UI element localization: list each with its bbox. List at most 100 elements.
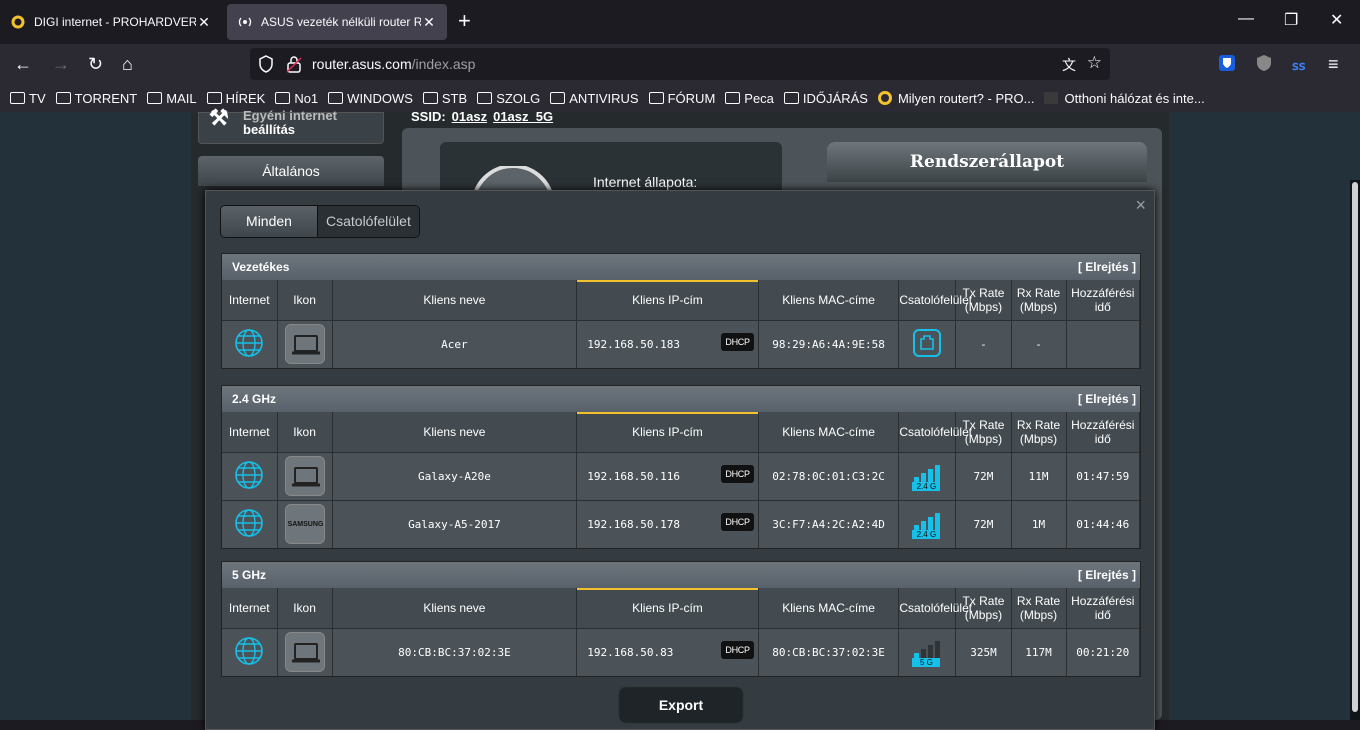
col-rx[interactable]: Rx Rate (Mbps) — [1011, 412, 1067, 452]
bookmark-item[interactable]: FÓRUM — [648, 91, 715, 106]
bookmark-item[interactable]: Otthoni hálózat és inte... — [1044, 91, 1205, 106]
url-bar[interactable]: router.asus.com/index.asp 文 ☆ — [250, 48, 1110, 80]
col-tx[interactable]: Tx Rate (Mbps) — [955, 412, 1012, 452]
bookmark-item[interactable]: TV — [10, 91, 46, 106]
laptop-device-icon[interactable] — [284, 324, 325, 365]
col-internet[interactable]: Internet — [222, 412, 278, 452]
col-icon[interactable]: Ikon — [277, 588, 333, 628]
col-internet[interactable]: Internet — [222, 280, 278, 320]
col-name[interactable]: Kliens neve — [332, 412, 578, 452]
bookmark-item[interactable]: No1 — [275, 91, 318, 106]
folder-icon — [10, 92, 25, 104]
col-internet[interactable]: Internet — [222, 588, 278, 628]
custom-internet-menu[interactable]: ⚒ Egyéni internet beállítás — [198, 107, 384, 144]
dhcp-badge: DHCP — [721, 332, 754, 351]
bookmark-item[interactable]: SZOLG — [477, 91, 540, 106]
col-access-time[interactable]: Hozzáférési idő — [1066, 280, 1141, 320]
table-row[interactable]: 80:CB:BC:37:02:3E 192.168.50.83 DHCP 80:CB:… — [222, 627, 1141, 676]
view-all-button[interactable]: Minden — [221, 206, 318, 237]
laptop-device-icon[interactable] — [284, 632, 325, 673]
internet-status-label: Internet állapota: — [593, 174, 698, 190]
col-interface[interactable]: Csatolófelület — [898, 588, 972, 628]
col-access-time[interactable]: Hozzáférési idő — [1066, 412, 1141, 452]
col-ip[interactable]: Kliens IP-cím — [576, 588, 759, 628]
bookmark-item[interactable]: WINDOWS — [328, 91, 413, 106]
client-access-time: 00:21:20 — [1066, 627, 1141, 676]
ublock-icon[interactable] — [1255, 54, 1273, 78]
col-tx[interactable]: Tx Rate (Mbps) — [955, 588, 1012, 628]
wifi-signal-icon: 2.4 G — [911, 459, 943, 491]
tab-prohardver[interactable]: DIGI internet - PROHARDVER! H ✕ — [0, 4, 222, 40]
samsung-device-icon[interactable]: SAMSUNG — [284, 504, 325, 545]
table-row[interactable]: SAMSUNG Galaxy-A5-2017 192.168.50.178 DHCP 3… — [222, 499, 1141, 548]
client-name[interactable]: Galaxy-A5-2017 — [332, 499, 578, 548]
close-dialog-icon[interactable]: × — [1135, 195, 1146, 216]
translate-extension-icon[interactable]: ꜱꜱ — [1292, 54, 1306, 78]
col-interface[interactable]: Csatolófelület — [898, 412, 972, 452]
bookmark-item[interactable]: Peca — [725, 91, 774, 106]
client-mac: 02:78:0C:01:C3:2C — [758, 451, 900, 500]
close-tab-icon[interactable]: ✕ — [196, 14, 212, 31]
client-name[interactable]: Acer — [332, 319, 578, 368]
bookmark-item[interactable]: IDŐJÁRÁS — [783, 91, 868, 106]
page-scrollbar[interactable] — [1350, 180, 1360, 720]
back-icon[interactable]: ← — [14, 52, 32, 76]
internet-globe-icon — [235, 508, 264, 537]
col-icon[interactable]: Ikon — [277, 412, 333, 452]
laptop-device-icon[interactable] — [284, 456, 325, 496]
ssid-2g-link[interactable]: 01asz — [452, 109, 487, 124]
prohardver-favicon-icon — [877, 91, 892, 105]
shield-icon[interactable] — [258, 55, 274, 76]
table-row[interactable]: Galaxy-A20e 192.168.50.116 DHCP 02:78:0C:01… — [222, 451, 1141, 500]
bookmark-item[interactable]: Milyen routert? - PRO... — [877, 91, 1034, 106]
export-button[interactable]: Export — [620, 688, 742, 722]
bookmark-label: ANTIVIRUS — [569, 90, 639, 106]
col-name[interactable]: Kliens neve — [332, 588, 578, 628]
bookmark-item[interactable]: MAIL — [147, 91, 197, 106]
hide-group-link[interactable]: [ Elrejtés ] — [1078, 568, 1136, 582]
bookmark-item[interactable]: TORRENT — [55, 91, 137, 106]
maximize-icon[interactable]: ❐ — [1284, 10, 1298, 30]
tab-asus-router[interactable]: ASUS vezeték nélküli router RT-A ✕ — [227, 4, 447, 40]
col-rx[interactable]: Rx Rate (Mbps) — [1011, 280, 1067, 320]
col-name[interactable]: Kliens neve — [332, 280, 578, 320]
folder-icon — [275, 92, 291, 104]
hide-group-link[interactable]: [ Elrejtés ] — [1078, 392, 1136, 406]
new-tab-button[interactable]: + — [458, 10, 471, 32]
col-rx[interactable]: Rx Rate (Mbps) — [1011, 588, 1067, 628]
general-menu-header[interactable]: Általános — [198, 156, 384, 186]
minimize-icon[interactable]: — — [1238, 10, 1254, 28]
reload-icon[interactable]: ↻ — [88, 52, 103, 76]
client-access-time: 01:44:46 — [1066, 499, 1141, 548]
dhcp-badge: DHCP — [721, 640, 754, 659]
scrollbar-thumb[interactable] — [1352, 182, 1358, 712]
view-interface-button[interactable]: Csatolófelület — [318, 206, 419, 237]
client-name[interactable]: 80:CB:BC:37:02:3E — [332, 627, 578, 676]
col-ip[interactable]: Kliens IP-cím — [576, 280, 759, 320]
col-mac[interactable]: Kliens MAC-címe — [758, 280, 900, 320]
menu-icon[interactable]: ≡ — [1328, 52, 1339, 76]
col-icon[interactable]: Ikon — [277, 280, 333, 320]
bookmark-item[interactable]: STB — [422, 91, 467, 106]
col-ip[interactable]: Kliens IP-cím — [576, 412, 759, 452]
hide-group-link[interactable]: [ Elrejtés ] — [1078, 260, 1136, 274]
col-mac[interactable]: Kliens MAC-címe — [758, 588, 900, 628]
table-row[interactable]: Acer 192.168.50.183 DHCP 98:29:A6:4A:9E:58 -… — [222, 319, 1141, 368]
home-icon[interactable]: ⌂ — [122, 52, 133, 76]
col-interface[interactable]: Csatolófelület — [898, 280, 972, 320]
close-tab-icon[interactable]: ✕ — [421, 14, 437, 31]
client-name[interactable]: Galaxy-A20e — [332, 451, 578, 500]
bookmark-item[interactable]: ANTIVIRUS — [550, 90, 639, 106]
insecure-lock-icon[interactable] — [286, 55, 302, 76]
bookmark-item[interactable]: HÍREK — [206, 91, 265, 106]
bookmark-star-icon[interactable]: ☆ — [1087, 53, 1102, 73]
bitwarden-icon[interactable] — [1218, 54, 1236, 78]
folder-icon — [477, 92, 493, 104]
col-mac[interactable]: Kliens MAC-címe — [758, 412, 900, 452]
col-access-time[interactable]: Hozzáférési idő — [1066, 588, 1141, 628]
col-tx[interactable]: Tx Rate (Mbps) — [955, 280, 1012, 320]
page-translate-icon[interactable]: 文 — [1062, 55, 1076, 75]
forward-icon[interactable]: → — [52, 52, 70, 76]
close-window-icon[interactable]: ✕ — [1330, 10, 1343, 30]
ssid-5g-link[interactable]: 01asz_5G — [493, 109, 553, 124]
